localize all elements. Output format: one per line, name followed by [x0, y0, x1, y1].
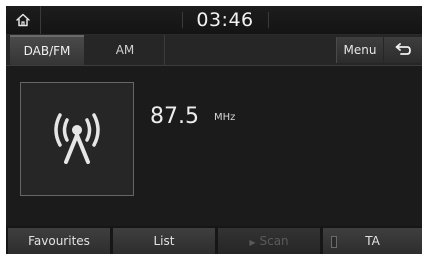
back-arrow-icon — [395, 43, 411, 55]
clock-divider — [268, 12, 269, 28]
softkey-bar: Favourites List ▶ Scan TA — [6, 228, 422, 254]
radio-screen: 03:46 DAB/FM AM Menu 87.5 MHz Favourites… — [6, 6, 422, 254]
menu-button[interactable]: Menu — [336, 37, 383, 63]
home-button[interactable] — [6, 6, 41, 34]
scan-label: Scan — [259, 234, 289, 248]
list-button[interactable]: List — [113, 228, 215, 254]
status-bar: 03:46 — [6, 6, 422, 35]
scan-button: ▶ Scan — [218, 228, 320, 254]
home-icon — [16, 13, 30, 27]
frequency-value: 87.5 — [150, 104, 199, 129]
ta-indicator-icon — [331, 236, 337, 248]
frequency-unit: MHz — [214, 112, 236, 123]
tab-row: DAB/FM AM Menu — [6, 35, 422, 66]
favourites-button[interactable]: Favourites — [8, 228, 110, 254]
tab-dab-fm[interactable]: DAB/FM — [10, 35, 84, 65]
ta-button[interactable]: TA — [323, 228, 422, 254]
station-art — [20, 82, 134, 196]
radio-tower-icon — [54, 113, 100, 164]
back-button[interactable] — [384, 37, 422, 63]
play-icon: ▶ — [249, 238, 256, 247]
ta-label: TA — [365, 234, 380, 248]
tab-am[interactable]: AM — [86, 35, 165, 65]
clock: 03:46 — [196, 9, 254, 31]
station-panel: 87.5 MHz — [6, 66, 422, 226]
